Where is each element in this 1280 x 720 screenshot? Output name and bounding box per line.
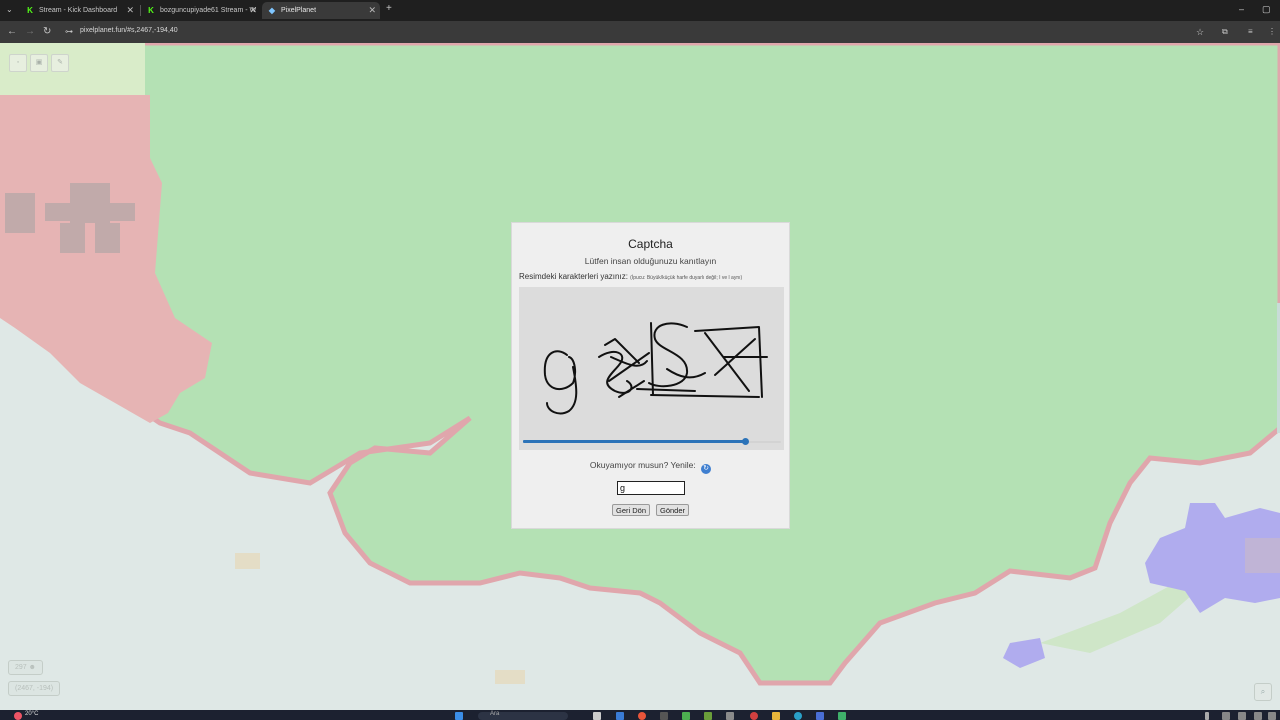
pixelplanet-icon: ◆	[268, 5, 276, 15]
back-icon[interactable]: ←	[7, 26, 17, 38]
sand-patch	[235, 553, 260, 569]
modal-title: Captcha	[628, 237, 673, 251]
wifi-icon[interactable]	[1238, 712, 1246, 720]
instruction-text: Resimdeki karakterleri yazınız:	[519, 272, 628, 281]
weather-text: 20°C	[25, 711, 39, 717]
instruction-hint: (İpucu: Büyük/küçük harfe duyarlı değil;…	[630, 275, 743, 281]
minimize-icon[interactable]: –	[1239, 4, 1244, 14]
coordinates-box[interactable]: (2467, -194)	[8, 681, 61, 696]
forward-icon[interactable]: →	[25, 26, 35, 38]
refresh-icon[interactable]: ↻	[701, 464, 712, 474]
slider-thumb[interactable]	[742, 438, 749, 445]
reload-icon[interactable]: ↻	[43, 26, 51, 38]
submit-button[interactable]: Gönder	[656, 504, 690, 516]
app-icon[interactable]	[682, 712, 690, 720]
tray-chevron-icon[interactable]	[1205, 712, 1209, 720]
app-icon[interactable]	[750, 712, 758, 720]
kick-icon: K	[148, 5, 154, 15]
folder-icon[interactable]	[772, 712, 780, 720]
weather-icon	[14, 712, 22, 720]
app-icon[interactable]	[704, 712, 712, 720]
tool-button-2[interactable]: ▣	[30, 54, 48, 72]
tab-title: bozguncupiyade61 Stream - W	[160, 7, 257, 14]
refresh-row: Okuyamıyor musun? Yenile: ↻	[512, 460, 789, 474]
captcha-answer-input[interactable]	[617, 481, 685, 495]
tab-kick-stream[interactable]: K bozguncupiyade61 Stream - W ✕	[141, 2, 261, 19]
url-field[interactable]: pixelplanet.fun/#s,2467,-194,40	[80, 27, 178, 34]
captcha-instruction: Resimdeki karakterleri yazınız: (İpucu: …	[519, 272, 789, 281]
site-info-icon[interactable]: ⊶	[65, 26, 73, 38]
menu-icon[interactable]: ⋮	[1268, 26, 1276, 38]
close-tab-icon[interactable]: ✕	[368, 5, 376, 16]
tab-list-icon[interactable]: ⌄	[6, 4, 13, 16]
app-icon[interactable]	[726, 712, 734, 720]
captcha-modal: Captcha Lütfen insan olduğunuzu kanıtlay…	[511, 222, 790, 529]
online-users-box: 297 ☻	[8, 660, 44, 675]
sand-patch	[495, 670, 525, 684]
app-icon[interactable]	[794, 712, 802, 720]
edge-icon[interactable]	[616, 712, 624, 720]
tab-title: Stream - Kick Dashboard	[39, 7, 118, 14]
battery-icon[interactable]	[1268, 712, 1276, 720]
bookmark-star-icon[interactable]: ☆	[1196, 26, 1204, 38]
modal-subtitle: Lütfen insan olduğunuzu kanıtlayın	[584, 256, 717, 266]
tool-button-3[interactable]: ✎	[51, 54, 69, 72]
tab-kick-dashboard[interactable]: K Stream - Kick Dashboard ✕	[20, 2, 138, 19]
media-icon[interactable]: ≡	[1248, 26, 1253, 38]
tab-pixelplanet[interactable]: ◆ PixelPlanet ✕	[262, 2, 380, 19]
tab-title: PixelPlanet	[281, 7, 317, 14]
gray-patch	[1245, 538, 1280, 573]
extensions-icon[interactable]: ⧉	[1222, 26, 1228, 38]
tray-icon[interactable]	[1222, 712, 1230, 720]
task-view-icon[interactable]	[593, 712, 601, 720]
captcha-image	[519, 287, 784, 450]
restore-icon[interactable]: ▢	[1262, 4, 1271, 15]
app-icon[interactable]	[660, 712, 668, 720]
slider-fill	[523, 440, 745, 443]
new-tab-button[interactable]: +	[386, 3, 392, 15]
browser-tab-bar: ⌄ K Stream - Kick Dashboard ✕ K bozguncu…	[0, 0, 1280, 21]
app-icon[interactable]	[816, 712, 824, 720]
captcha-scribble	[543, 322, 768, 415]
taskbar: 20°C Ara	[0, 710, 1280, 720]
close-tab-icon[interactable]: ✕	[126, 5, 134, 16]
volume-icon[interactable]	[1254, 712, 1262, 720]
start-icon[interactable]	[455, 712, 463, 720]
online-count: 297	[15, 664, 27, 671]
tool-button-1[interactable]: ◦	[9, 54, 27, 72]
close-tab-icon[interactable]: ✕	[249, 5, 257, 16]
app-icon[interactable]	[838, 712, 846, 720]
chrome-icon[interactable]	[638, 712, 646, 720]
address-bar-row: ← → ↻ ⊶ pixelplanet.fun/#s,2467,-194,40 …	[0, 21, 1280, 43]
kick-icon: K	[27, 5, 33, 15]
user-icon: ☻	[28, 664, 37, 671]
captcha-slider[interactable]	[523, 438, 781, 445]
coordinates-text: (2467, -194)	[15, 685, 54, 692]
refresh-text: Okuyamıyor musun? Yenile:	[589, 460, 696, 470]
taskbar-search-placeholder: Ara	[490, 711, 500, 717]
search-icon[interactable]: ⌕	[1254, 683, 1272, 701]
back-button[interactable]: Geri Dön	[612, 504, 651, 516]
